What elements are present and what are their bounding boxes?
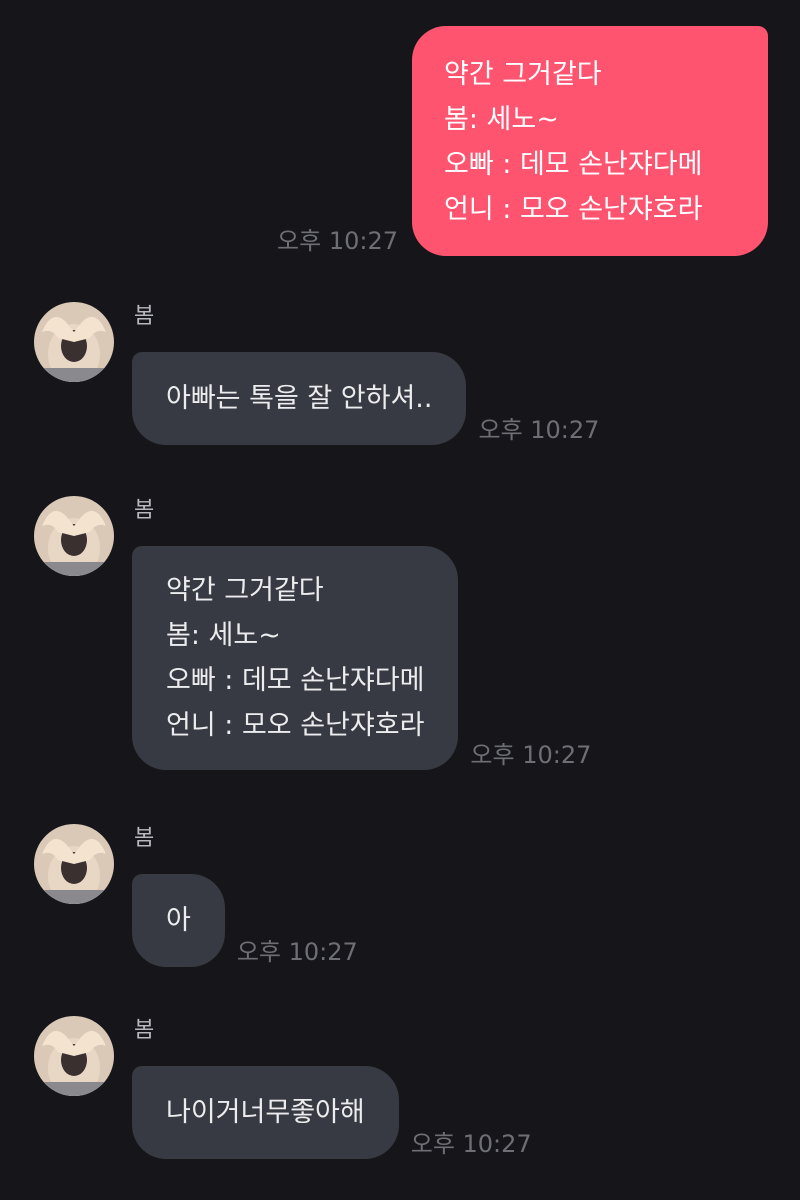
message-row: 약간 그거같다 봄: 세노~ 오빠 : 데모 손난쟈다메 언니 : 모오 손난쟈…	[132, 546, 591, 770]
avatar[interactable]	[34, 496, 114, 576]
message-line: 오빠 : 데모 손난쟈다메	[444, 149, 703, 180]
message-row: 아빠는 톡을 잘 안하셔.. 오후 10:27	[132, 352, 599, 445]
message-line: 오빠 : 데모 손난쟈다메	[166, 665, 425, 696]
message-time: 오후 10:27	[470, 741, 592, 769]
avatar-photo-icon	[34, 824, 114, 904]
message-line: 약간 그거같다	[444, 59, 602, 90]
avatar[interactable]	[34, 302, 114, 382]
outgoing-bubble[interactable]: 약간 그거같다 봄: 세노~ 오빠 : 데모 손난쟈다메 언니 : 모오 손난쟈…	[412, 26, 768, 256]
avatar[interactable]	[34, 1016, 114, 1096]
message-line: 아빠는 톡을 잘 안하셔..	[166, 383, 433, 414]
avatar-photo-icon	[34, 496, 114, 576]
incoming-message: 봄 약간 그거같다 봄: 세노~ 오빠 : 데모 손난쟈다메 언니 : 모오 손…	[34, 496, 774, 786]
message-row: 아 오후 10:27	[132, 874, 358, 967]
avatar-photo-icon	[34, 302, 114, 382]
message-line: 아	[166, 905, 191, 936]
sender-name: 봄	[134, 1018, 155, 1043]
message-line: 봄: 세노~	[166, 620, 281, 651]
avatar[interactable]	[34, 824, 114, 904]
incoming-message: 봄 아 오후 10:27	[34, 824, 774, 974]
message-line: 언니 : 모오 손난쟈호라	[444, 194, 703, 225]
avatar-photo-icon	[34, 1016, 114, 1096]
outgoing-message: 오후 10:27 약간 그거같다 봄: 세노~ 오빠 : 데모 손난쟈다메 언니…	[277, 26, 768, 256]
message-line: 언니 : 모오 손난쟈호라	[166, 710, 425, 741]
message-time: 오후 10:27	[277, 227, 398, 255]
incoming-bubble[interactable]: 나이거너무좋아해	[132, 1066, 399, 1159]
message-row: 나이거너무좋아해 오후 10:27	[132, 1066, 532, 1159]
incoming-bubble[interactable]: 아	[132, 874, 225, 967]
message-time: 오후 10:27	[410, 1130, 532, 1158]
message-line: 약간 그거같다	[166, 575, 324, 606]
message-time: 오후 10:27	[236, 938, 358, 966]
message-line: 나이거너무좋아해	[166, 1097, 365, 1128]
message-line: 봄: 세노~	[444, 104, 559, 135]
sender-name: 봄	[134, 826, 155, 851]
incoming-message: 봄 나이거너무좋아해 오후 10:27	[34, 1016, 774, 1166]
sender-name: 봄	[134, 498, 155, 523]
chat-thread: 오후 10:27 약간 그거같다 봄: 세노~ 오빠 : 데모 손난쟈다메 언니…	[0, 0, 800, 1200]
incoming-message: 봄 아빠는 톡을 잘 안하셔.. 오후 10:27	[34, 302, 774, 452]
message-time: 오후 10:27	[478, 416, 600, 444]
incoming-bubble[interactable]: 약간 그거같다 봄: 세노~ 오빠 : 데모 손난쟈다메 언니 : 모오 손난쟈…	[132, 546, 459, 770]
incoming-bubble[interactable]: 아빠는 톡을 잘 안하셔..	[132, 352, 467, 445]
sender-name: 봄	[134, 304, 155, 329]
